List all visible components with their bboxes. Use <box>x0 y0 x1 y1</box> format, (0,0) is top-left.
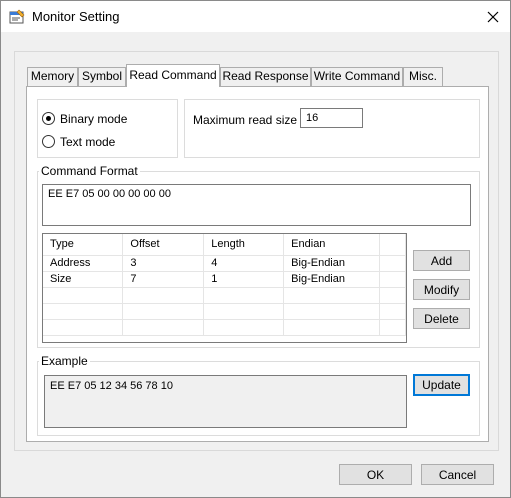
delete-button[interactable]: Delete <box>413 308 470 329</box>
empty-row <box>43 287 406 304</box>
example-label: Example <box>39 354 90 368</box>
tab-write-command[interactable]: Write Command <box>311 67 403 86</box>
title-bar: Monitor Setting <box>1 1 510 32</box>
cell-offset: 3 <box>122 255 205 272</box>
column-header-endian[interactable]: Endian <box>283 234 381 256</box>
max-read-group: Maximum read size <box>184 99 480 158</box>
table-row[interactable]: Address 3 4 Big-Endian <box>43 255 406 272</box>
example-output: EE E7 05 12 34 56 78 10 <box>44 375 407 428</box>
column-header-length[interactable]: Length <box>203 234 285 256</box>
binary-mode-radio[interactable] <box>42 112 55 125</box>
mode-group: Binary mode Text mode <box>37 99 178 158</box>
read-command-panel: Binary mode Text mode Maximum read size … <box>26 86 489 442</box>
empty-row <box>43 319 406 336</box>
command-format-input[interactable]: EE E7 05 00 00 00 00 00 <box>42 184 471 226</box>
table-row[interactable]: Size 7 1 Big-Endian <box>43 271 406 288</box>
column-header-offset[interactable]: Offset <box>122 234 205 256</box>
modify-button[interactable]: Modify <box>413 279 470 300</box>
app-icon <box>9 9 25 24</box>
tab-memory[interactable]: Memory <box>27 67 78 86</box>
cell-endian: Big-Endian <box>283 255 381 272</box>
tab-misc[interactable]: Misc. <box>403 67 443 86</box>
text-mode-label: Text mode <box>60 135 116 149</box>
empty-row <box>43 303 406 320</box>
column-header-type[interactable]: Type <box>43 234 124 256</box>
tab-read-command[interactable]: Read Command <box>126 64 220 87</box>
tab-symbol[interactable]: Symbol <box>78 67 126 86</box>
cell-length: 1 <box>203 271 285 288</box>
monitor-setting-dialog: Monitor Setting Memory Symbol Read Comma… <box>0 0 511 498</box>
close-button[interactable] <box>476 1 510 32</box>
field-table[interactable]: Type Offset Length Endian Address 3 4 Bi… <box>42 233 407 343</box>
cancel-button[interactable]: Cancel <box>421 464 494 485</box>
command-format-label: Command Format <box>39 164 140 178</box>
cell-type: Size <box>43 271 124 288</box>
cell-type: Address <box>43 255 124 272</box>
update-button[interactable]: Update <box>413 374 470 396</box>
ok-button[interactable]: OK <box>339 464 412 485</box>
max-read-label: Maximum read size <box>193 113 298 127</box>
text-mode-radio[interactable] <box>42 135 55 148</box>
tab-read-response[interactable]: Read Response <box>220 67 311 86</box>
max-read-input[interactable] <box>300 108 363 128</box>
window-title: Monitor Setting <box>32 9 120 24</box>
binary-mode-label: Binary mode <box>60 112 128 126</box>
cell-endian: Big-Endian <box>283 271 381 288</box>
cell-length: 4 <box>203 255 285 272</box>
add-button[interactable]: Add <box>413 250 470 271</box>
close-icon <box>487 11 499 22</box>
cell-offset: 7 <box>122 271 205 288</box>
